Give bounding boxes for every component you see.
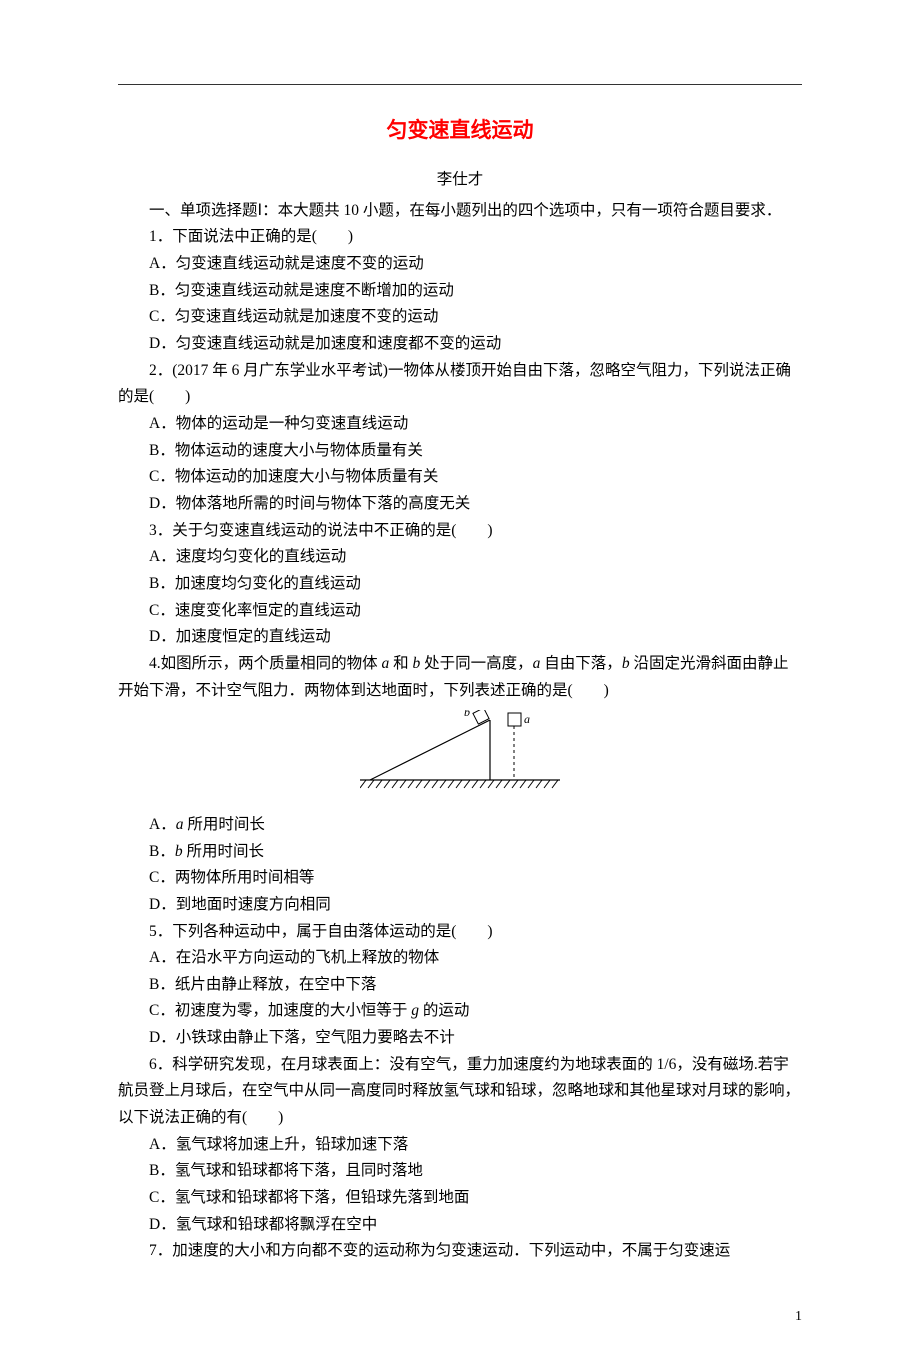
q4-a-pre: A． [149, 816, 176, 833]
q4-stem-mid1: 和 [389, 655, 412, 672]
doc-title: 匀变速直线运动 [118, 113, 802, 149]
document-page: 匀变速直线运动 李仕才 一、单项选择题Ⅰ：本大题共 10 小题，在每小题列出的四… [0, 0, 920, 1369]
q6-option-d: D．氢气球和铅球都将飘浮在空中 [118, 1212, 802, 1239]
q4-option-b: B．b 所用时间长 [118, 839, 802, 866]
q4-option-d: D．到地面时速度方向相同 [118, 892, 802, 919]
q4-stem-mid2: 处于同一高度， [420, 655, 532, 672]
q4-stem-mid3: 自由下落， [540, 655, 621, 672]
q3-stem: 3．关于匀变速直线运动的说法中不正确的是( ) [118, 518, 802, 545]
q5-option-b: B．纸片由静止释放，在空中下落 [118, 972, 802, 999]
q5-option-d: D．小铁球由静止下落，空气阻力要略去不计 [118, 1025, 802, 1052]
q4-option-a: A．a 所用时间长 [118, 812, 802, 839]
q7-stem: 7．加速度的大小和方向都不变的运动称为匀变速运动．下列运动中，不属于匀变速运 [118, 1238, 802, 1265]
q5-stem: 5．下列各种运动中，属于自由落体运动的是( ) [118, 919, 802, 946]
q1-stem: 1．下面说法中正确的是( ) [118, 224, 802, 251]
q1-option-b: B．匀变速直线运动就是速度不断增加的运动 [118, 278, 802, 305]
q4-b-post: 所用时间长 [183, 843, 264, 860]
q4-var-b2: b [622, 655, 630, 672]
q6-option-a: A．氢气球将加速上升，铅球加速下落 [118, 1132, 802, 1159]
section-intro: 一、单项选择题Ⅰ：本大题共 10 小题，在每小题列出的四个选项中，只有一项符合题… [118, 198, 802, 225]
q5-option-c: C．初速度为零，加速度的大小恒等于 g 的运动 [118, 998, 802, 1025]
top-rule [118, 84, 802, 85]
q4-b-pre: B． [149, 843, 175, 860]
q6-stem: 6．科学研究发现，在月球表面上：没有空气，重力加速度约为地球表面的 1/6，没有… [118, 1052, 802, 1132]
q5-option-a: A．在沿水平方向运动的飞机上释放的物体 [118, 945, 802, 972]
q1-option-d: D．匀变速直线运动就是加速度和速度都不变的运动 [118, 331, 802, 358]
fig-label-a: a [524, 712, 530, 726]
q3-option-d: D．加速度恒定的直线运动 [118, 624, 802, 651]
q4-figure: b a [118, 710, 802, 808]
q4-stem-pre: 4.如图所示，两个质量相同的物体 [149, 655, 382, 672]
incline-diagram-icon: b a [360, 710, 560, 798]
q2-option-a: A．物体的运动是一种匀变速直线运动 [118, 411, 802, 438]
q6-option-b: B．氢气球和铅球都将下落，且同时落地 [118, 1158, 802, 1185]
q3-option-b: B．加速度均匀变化的直线运动 [118, 571, 802, 598]
q2-option-d: D．物体落地所需的时间与物体下落的高度无关 [118, 491, 802, 518]
fig-label-b: b [464, 710, 470, 719]
q5-g-var: g [411, 1002, 419, 1019]
q4-stem: 4.如图所示，两个质量相同的物体 a 和 b 处于同一高度，a 自由下落，b 沿… [118, 651, 802, 704]
doc-author: 李仕才 [118, 167, 802, 194]
q4-b-var: b [175, 843, 183, 860]
q1-option-a: A．匀变速直线运动就是速度不变的运动 [118, 251, 802, 278]
q4-a-post: 所用时间长 [183, 816, 264, 833]
q3-option-c: C．速度变化率恒定的直线运动 [118, 598, 802, 625]
q2-option-b: B．物体运动的速度大小与物体质量有关 [118, 438, 802, 465]
page-number: 1 [118, 1265, 802, 1329]
q6-option-c: C．氢气球和铅球都将下落，但铅球先落到地面 [118, 1185, 802, 1212]
q2-option-c: C．物体运动的加速度大小与物体质量有关 [118, 464, 802, 491]
q2-stem: 2．(2017 年 6 月广东学业水平考试)一物体从楼顶开始自由下落，忽略空气阻… [118, 358, 802, 411]
q5-c-post: 的运动 [419, 1002, 469, 1019]
q5-c-pre: C．初速度为零，加速度的大小恒等于 [149, 1002, 411, 1019]
q1-option-c: C．匀变速直线运动就是加速度不变的运动 [118, 304, 802, 331]
q4-option-c: C．两物体所用时间相等 [118, 865, 802, 892]
q3-option-a: A．速度均匀变化的直线运动 [118, 544, 802, 571]
